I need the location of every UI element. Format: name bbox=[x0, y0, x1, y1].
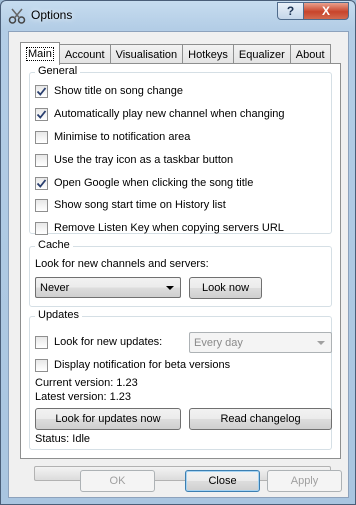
tab-account[interactable]: Account bbox=[58, 44, 111, 64]
checkbox[interactable] bbox=[35, 221, 48, 235]
tab-label: Hotkeys bbox=[188, 48, 228, 61]
check-icon bbox=[36, 178, 47, 188]
tab-about[interactable]: About bbox=[289, 44, 331, 64]
option-label: Remove Listen Key when copying servers U… bbox=[54, 222, 284, 234]
current-version: Current version: 1.23 bbox=[35, 377, 138, 389]
option-label: Open Google when clicking the song title bbox=[54, 177, 254, 189]
apply-button[interactable]: Apply bbox=[267, 470, 342, 492]
cache-frequency-select[interactable]: Never bbox=[35, 277, 181, 298]
look-for-updates-now-button[interactable]: Look for updates now bbox=[35, 408, 181, 430]
ok-button[interactable]: OK bbox=[80, 470, 155, 492]
option-label: Show title on song change bbox=[54, 85, 184, 97]
options-window: Options ? X Main Account Visualisation H… bbox=[0, 0, 356, 505]
cache-prompt: Look for new channels and servers: bbox=[35, 258, 209, 270]
checkbox[interactable] bbox=[35, 84, 48, 98]
update-interval-select[interactable]: Every day bbox=[189, 332, 332, 353]
close-button[interactable]: Close bbox=[185, 470, 260, 492]
tab-label: Equalizer bbox=[238, 48, 285, 61]
tab-main[interactable]: Main bbox=[20, 42, 60, 65]
beta-notification-row[interactable]: Display notification for beta versions bbox=[35, 357, 230, 373]
option-label: Display notification for beta versions bbox=[54, 359, 231, 371]
chevron-down-icon bbox=[317, 341, 325, 345]
look-for-updates-row[interactable]: Look for new updates: bbox=[35, 334, 162, 350]
cache-legend: Cache bbox=[35, 239, 73, 251]
general-legend: General bbox=[35, 65, 81, 77]
checkbox[interactable] bbox=[35, 130, 48, 144]
update-status: Status: Idle bbox=[35, 433, 91, 445]
tab-label: Account bbox=[64, 48, 105, 61]
option-label: Show song start time on History list bbox=[54, 199, 226, 211]
title-bar[interactable]: Options ? X bbox=[1, 1, 355, 31]
option-row[interactable]: Remove Listen Key when copying servers U… bbox=[35, 220, 284, 236]
option-row[interactable]: Open Google when clicking the song title bbox=[35, 175, 253, 191]
read-changelog-button[interactable]: Read changelog bbox=[189, 408, 332, 430]
option-label: Minimise to notification area bbox=[54, 131, 191, 143]
updates-group: Updates Look for new updates: Every day … bbox=[29, 309, 332, 450]
dialog-body: Main Account Visualisation Hotkeys Equal… bbox=[8, 31, 349, 498]
general-group: General Show title on song change Automa… bbox=[29, 65, 332, 236]
option-label: Look for new updates: bbox=[54, 336, 163, 348]
checkbox[interactable] bbox=[35, 107, 48, 121]
option-row[interactable]: Minimise to notification area bbox=[35, 129, 190, 145]
option-label: Use the tray icon as a taskbar button bbox=[54, 154, 234, 166]
tab-label: About bbox=[295, 48, 325, 61]
checkbox[interactable] bbox=[35, 153, 48, 167]
chevron-down-icon bbox=[166, 286, 174, 290]
scissors-icon bbox=[8, 7, 26, 25]
select-value: Never bbox=[40, 281, 70, 294]
tab-strip: Main Account Visualisation Hotkeys Equal… bbox=[20, 42, 331, 65]
updates-legend: Updates bbox=[35, 309, 82, 321]
option-row[interactable]: Automatically play new channel when chan… bbox=[35, 106, 285, 122]
main-tab-panel: General Show title on song change Automa… bbox=[20, 63, 341, 481]
help-button[interactable]: ? bbox=[277, 2, 304, 20]
check-icon bbox=[36, 109, 47, 119]
latest-version: Latest version: 1.23 bbox=[35, 391, 132, 403]
window-title: Options bbox=[31, 8, 73, 22]
option-row[interactable]: Use the tray icon as a taskbar button bbox=[35, 152, 233, 168]
tab-equalizer[interactable]: Equalizer bbox=[232, 44, 291, 64]
checkbox[interactable] bbox=[35, 358, 48, 372]
select-value: Every day bbox=[194, 336, 243, 349]
tab-label: Visualisation bbox=[115, 48, 178, 61]
cache-look-now-button[interactable]: Look now bbox=[189, 277, 262, 299]
checkbox[interactable] bbox=[35, 335, 48, 349]
option-row[interactable]: Show song start time on History list bbox=[35, 197, 226, 213]
checkbox[interactable] bbox=[35, 176, 48, 190]
tab-hotkeys[interactable]: Hotkeys bbox=[182, 44, 234, 64]
option-row[interactable]: Show title on song change bbox=[35, 83, 183, 99]
option-label: Automatically play new channel when chan… bbox=[54, 108, 285, 120]
cache-group: Cache Look for new channels and servers:… bbox=[29, 239, 332, 307]
tab-visualisation[interactable]: Visualisation bbox=[109, 44, 184, 64]
check-icon bbox=[36, 86, 47, 96]
tab-label: Main bbox=[26, 47, 54, 61]
window-close-button[interactable]: X bbox=[303, 2, 349, 20]
checkbox[interactable] bbox=[35, 198, 48, 212]
